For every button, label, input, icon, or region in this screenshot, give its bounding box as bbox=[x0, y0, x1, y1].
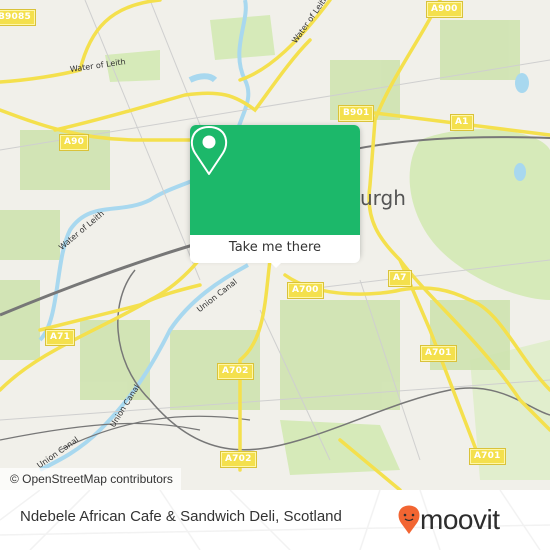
popup-header bbox=[190, 125, 360, 235]
destination-popup: Take me there bbox=[190, 125, 360, 268]
road-shield-a701-north: A701 bbox=[420, 345, 457, 362]
city-label: urgh bbox=[360, 186, 406, 210]
take-me-there-button[interactable]: Take me there bbox=[190, 235, 360, 263]
road-shield-b901: B901 bbox=[337, 105, 375, 122]
road-shield-a702-north: A702 bbox=[217, 363, 254, 380]
place-title: Ndebele African Cafe & Sandwich Deli, Sc… bbox=[20, 508, 342, 525]
map-attribution[interactable]: © OpenStreetMap contributors bbox=[0, 468, 181, 490]
road-shield-a7: A7 bbox=[388, 270, 412, 287]
road-shield-a701-south: A701 bbox=[469, 448, 506, 465]
map-pin-icon bbox=[190, 126, 228, 175]
road-shield-a702-south: A702 bbox=[220, 451, 257, 468]
road-shield-b9085: B9085 bbox=[0, 9, 36, 26]
road-shield-a90: A90 bbox=[58, 134, 90, 151]
footer: Ndebele African Cafe & Sandwich Deli, Sc… bbox=[0, 490, 550, 550]
popup-arrow bbox=[269, 261, 283, 268]
moovit-wordmark: moovit bbox=[420, 504, 500, 535]
moovit-pin-icon bbox=[398, 505, 420, 534]
road-shield-a700: A700 bbox=[287, 282, 324, 299]
road-shield-a71: A71 bbox=[44, 329, 76, 346]
map-view[interactable]: B9085 A90 A900 B901 A1 A71 A700 A7 A702 … bbox=[0, 0, 550, 490]
moovit-logo[interactable]: moovit bbox=[398, 502, 538, 538]
road-shield-a1: A1 bbox=[450, 114, 474, 131]
road-shield-a900: A900 bbox=[426, 1, 463, 18]
